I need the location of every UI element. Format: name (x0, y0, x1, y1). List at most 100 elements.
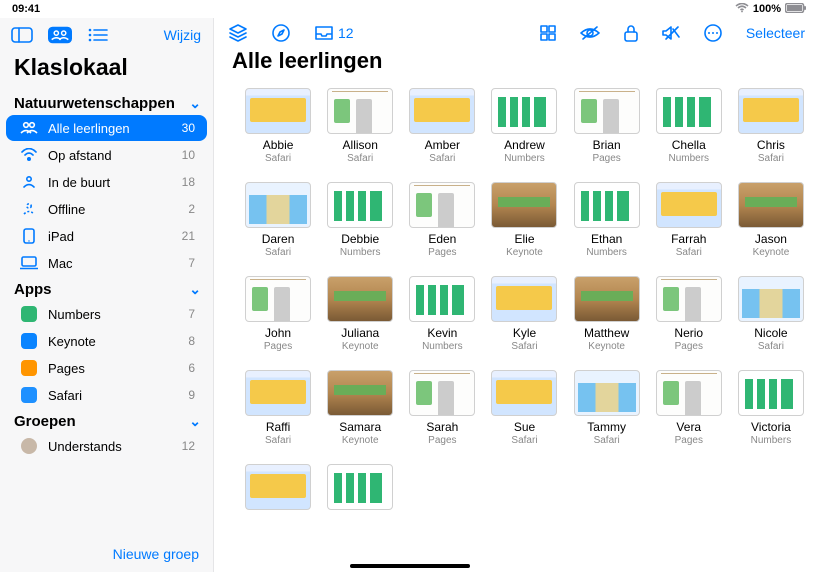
lock-button[interactable] (624, 24, 638, 42)
inbox-button[interactable]: 12 (314, 25, 354, 41)
toggle-sidebar-icon[interactable] (10, 26, 34, 44)
student-app: Pages (653, 341, 725, 352)
navigate-button[interactable] (272, 24, 290, 42)
student-name: Allison (324, 138, 396, 152)
screen-thumb (656, 88, 722, 134)
student-tile[interactable]: AndrewNumbers (488, 88, 560, 164)
student-tile[interactable]: JulianaKeynote (324, 276, 396, 352)
filter-label: Mac (48, 256, 73, 271)
screen-thumb (491, 276, 557, 322)
battery-label: 100% (753, 3, 781, 15)
sidebar-app-keynote[interactable]: Keynote8 (6, 328, 207, 354)
student-tile[interactable]: ChellaNumbers (653, 88, 725, 164)
student-tile[interactable]: BrianPages (571, 88, 643, 164)
filter-label: In de buurt (48, 175, 110, 190)
student-tile[interactable]: EthanNumbers (571, 182, 643, 258)
screen-thumb (327, 182, 393, 228)
student-app: Numbers (735, 435, 807, 446)
student-app: Safari (242, 247, 314, 258)
student-app: Keynote (324, 435, 396, 446)
student-tile[interactable]: KevinNumbers (406, 276, 478, 352)
student-tile[interactable]: KyleSafari (488, 276, 560, 352)
apps-title: Apps (14, 281, 52, 298)
student-tile[interactable]: ElieKeynote (488, 182, 560, 258)
student-tile[interactable]: VeraPages (653, 370, 725, 446)
student-tile[interactable] (324, 464, 396, 514)
people-icon (20, 119, 38, 137)
edit-button[interactable]: Wijzig (164, 27, 201, 43)
student-tile[interactable]: ChrisSafari (735, 88, 807, 164)
sidebar-header: Wijzig (0, 22, 213, 50)
filter-count: 30 (182, 121, 195, 135)
app-count: 8 (188, 334, 195, 348)
sidebar-app-safari[interactable]: Safari9 (6, 382, 207, 408)
app-icon (20, 332, 38, 350)
student-tile[interactable] (242, 464, 314, 514)
list-mode-icon[interactable] (86, 26, 110, 44)
new-group-button[interactable]: Nieuwe groep (0, 540, 213, 572)
screen-thumb (245, 276, 311, 322)
student-tile[interactable]: JasonKeynote (735, 182, 807, 258)
student-app: Pages (571, 153, 643, 164)
student-tile[interactable]: AbbieSafari (242, 88, 314, 164)
student-tile[interactable]: VictoriaNumbers (735, 370, 807, 446)
student-tile[interactable]: DebbieNumbers (324, 182, 396, 258)
student-tile[interactable]: NerioPages (653, 276, 725, 352)
student-app: Keynote (571, 341, 643, 352)
student-name: Debbie (324, 232, 396, 246)
ipad-icon (20, 227, 38, 245)
student-tile[interactable]: JohnPages (242, 276, 314, 352)
screen-thumb (656, 276, 722, 322)
student-app: Safari (735, 341, 807, 352)
class-section-header[interactable]: Natuurwetenschappen ⌄ (0, 91, 213, 114)
group-count: 12 (182, 439, 195, 453)
app-label: Safari (48, 388, 82, 403)
hide-screen-button[interactable] (580, 26, 600, 40)
student-tile[interactable]: SamaraKeynote (324, 370, 396, 446)
sidebar-filter-op-afstand[interactable]: Op afstand10 (6, 142, 207, 168)
select-button[interactable]: Selecteer (746, 25, 805, 41)
student-name: Chella (653, 138, 725, 152)
student-name: Sarah (406, 420, 478, 434)
people-mode-icon[interactable] (48, 26, 72, 44)
student-tile[interactable]: TammySafari (571, 370, 643, 446)
student-tile[interactable]: DarenSafari (242, 182, 314, 258)
apps-section-header[interactable]: Apps ⌄ (0, 277, 213, 300)
sidebar-app-pages[interactable]: Pages6 (6, 355, 207, 381)
screen-thumb (409, 182, 475, 228)
student-tile[interactable]: AmberSafari (406, 88, 478, 164)
sidebar-filter-ipad[interactable]: iPad21 (6, 223, 207, 249)
layers-button[interactable] (228, 24, 248, 42)
mute-button[interactable] (662, 25, 680, 41)
sidebar-filter-alle-leerlingen[interactable]: Alle leerlingen30 (6, 115, 207, 141)
student-tile[interactable]: AllisonSafari (324, 88, 396, 164)
student-tile[interactable]: MatthewKeynote (571, 276, 643, 352)
sidebar-group-understands[interactable]: Understands12 (6, 433, 207, 459)
student-app: Safari (242, 435, 314, 446)
sidebar-filter-mac[interactable]: Mac7 (6, 250, 207, 276)
groups-section-header[interactable]: Groepen ⌄ (0, 409, 213, 432)
sidebar-filter-in-de-buurt[interactable]: In de buurt18 (6, 169, 207, 195)
sidebar-filter-offline[interactable]: Offline2 (6, 196, 207, 222)
student-tile[interactable]: FarrahSafari (653, 182, 725, 258)
student-name: Abbie (242, 138, 314, 152)
student-name: Ethan (571, 232, 643, 246)
student-app: Pages (653, 435, 725, 446)
student-tile[interactable]: NicoleSafari (735, 276, 807, 352)
student-app: Safari (653, 247, 725, 258)
filter-label: Op afstand (48, 148, 112, 163)
screen-thumb (245, 182, 311, 228)
student-tile[interactable]: SarahPages (406, 370, 478, 446)
student-name: Victoria (735, 420, 807, 434)
student-tile[interactable]: RaffiSafari (242, 370, 314, 446)
screen-thumb (327, 276, 393, 322)
grid-view-button[interactable] (540, 25, 556, 41)
student-app: Numbers (406, 341, 478, 352)
sidebar-app-numbers[interactable]: Numbers7 (6, 301, 207, 327)
student-tile[interactable]: SueSafari (488, 370, 560, 446)
more-button[interactable] (704, 24, 722, 42)
student-app: Safari (735, 153, 807, 164)
student-tile[interactable]: EdenPages (406, 182, 478, 258)
student-name: John (242, 326, 314, 340)
app-icon (20, 305, 38, 323)
